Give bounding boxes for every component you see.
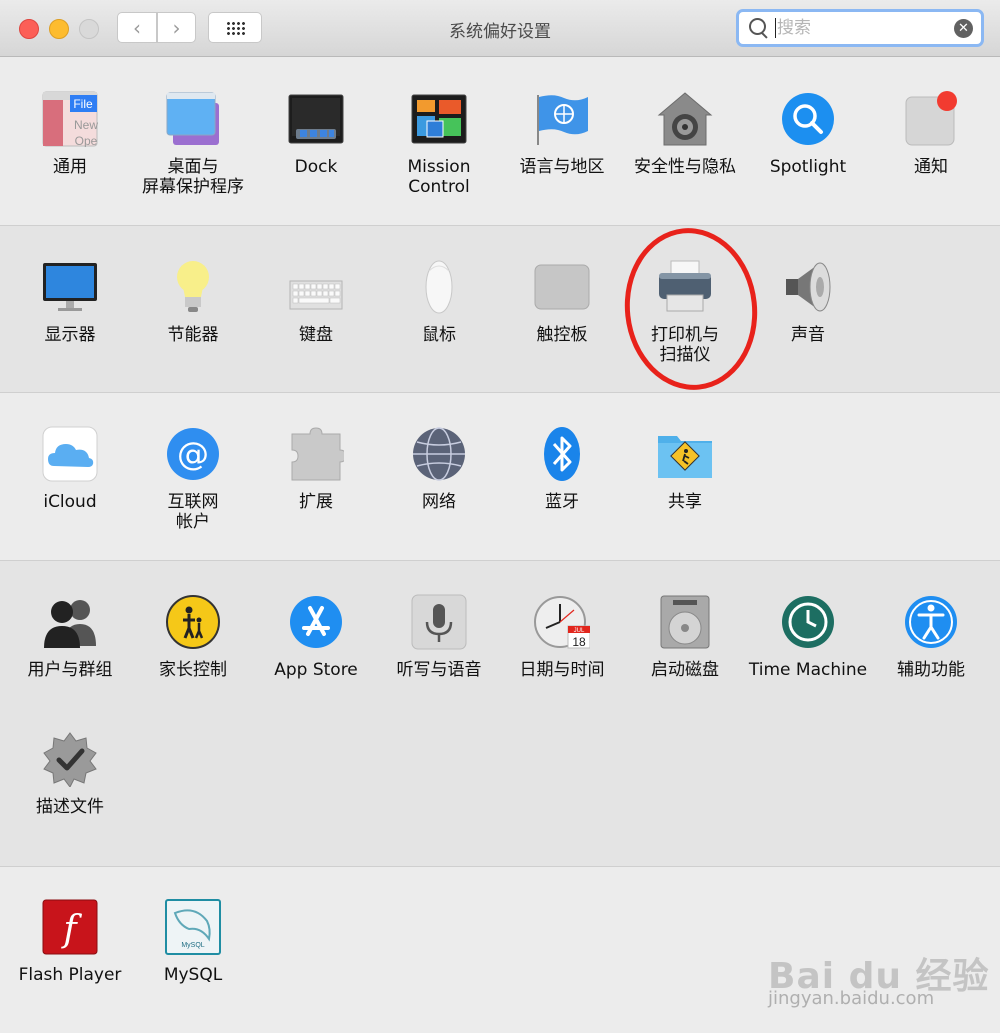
pref-label: Spotlight <box>769 157 847 177</box>
pref-label: 节能器 <box>167 325 219 345</box>
notifications-icon <box>905 91 957 146</box>
pref-label: 扩展 <box>299 492 333 512</box>
spotlight-icon <box>782 93 834 145</box>
pref-label: Flash Player <box>18 965 122 985</box>
pref-label: Dock <box>294 157 338 177</box>
search-field[interactable]: ✕ <box>736 9 984 47</box>
mission-control-icon <box>411 94 467 144</box>
pref-label: 听写与语音 <box>396 660 482 680</box>
pref-label: 通用 <box>53 157 87 177</box>
mouse-icon <box>425 260 453 314</box>
svg-text:Ope: Ope <box>75 134 98 147</box>
minimize-window-button[interactable] <box>49 19 69 39</box>
sound-icon <box>786 262 831 312</box>
section-personal <box>0 57 1000 226</box>
pref-label: 显示器 <box>44 325 96 345</box>
pref-label: 鼠标 <box>422 325 456 345</box>
show-all-button[interactable] <box>208 12 262 43</box>
app-store-icon <box>290 596 342 648</box>
language-region-icon <box>537 95 588 145</box>
title-bar: ‹ › 系统偏好设置 ✕ <box>0 0 1000 57</box>
dictation-speech-icon <box>411 594 467 650</box>
pref-label: MySQL <box>163 965 223 985</box>
pref-label: 启动磁盘 <box>651 660 719 680</box>
zoom-window-button[interactable] <box>79 19 99 39</box>
pref-label: 蓝牙 <box>545 492 579 512</box>
text-caret <box>775 18 776 38</box>
pref-label: 语言与地区 <box>519 157 605 177</box>
close-window-button[interactable] <box>19 19 39 39</box>
pref-label: 家长控制 <box>159 660 227 680</box>
pref-label: 通知 <box>914 157 948 177</box>
startup-disk-icon <box>660 595 710 649</box>
security-privacy-icon <box>657 92 713 146</box>
section-system <box>0 561 1000 867</box>
svg-text:File: File <box>73 97 93 111</box>
flash-player-icon: f <box>42 899 98 955</box>
pref-label: Time Machine <box>748 660 868 680</box>
profiles-icon <box>43 732 97 787</box>
svg-text:MySQL: MySQL <box>181 942 204 949</box>
icloud-icon <box>42 426 98 482</box>
trackpad-icon <box>534 264 590 310</box>
watermark-url: jingyan.baidu.com <box>768 988 935 1009</box>
clear-search-icon[interactable]: ✕ <box>954 19 973 38</box>
desktop-screensaver-icon <box>166 92 219 145</box>
energy-saver-icon <box>177 261 209 312</box>
parental-controls-icon <box>166 595 220 649</box>
sharing-icon <box>658 436 712 478</box>
chevron-left-icon: ‹ <box>133 16 141 40</box>
pref-label: 键盘 <box>299 325 333 345</box>
search-icon <box>749 18 766 35</box>
pref-label: 日期与时间 <box>519 660 605 680</box>
pref-label: Mission Control <box>407 157 471 197</box>
forward-button[interactable]: › <box>157 12 196 43</box>
chevron-right-icon: › <box>172 16 181 40</box>
pref-label: 网络 <box>422 492 456 512</box>
svg-text:JUL: JUL <box>574 628 585 634</box>
svg-text:@: @ <box>177 435 209 473</box>
section-hardware <box>0 226 1000 393</box>
internet-accounts-icon: @ <box>167 428 219 480</box>
pref-label: 声音 <box>791 325 825 345</box>
keyboard-icon <box>289 280 343 310</box>
pref-label: 描述文件 <box>36 797 104 817</box>
pref-label: 安全性与隐私 <box>634 157 736 177</box>
pref-label: 桌面与 屏幕保护程序 <box>142 157 244 197</box>
date-time-icon: JUL 18 <box>534 596 590 649</box>
accessibility-icon <box>905 596 957 648</box>
back-button[interactable]: ‹ <box>117 12 157 43</box>
pref-label: 触控板 <box>536 325 588 345</box>
search-input[interactable] <box>777 16 947 40</box>
svg-text:18: 18 <box>572 635 586 649</box>
pref-label: 用户与群组 <box>27 660 113 680</box>
users-groups-icon <box>44 600 96 648</box>
section-internet <box>0 393 1000 561</box>
bluetooth-icon <box>544 427 580 481</box>
grid-icon <box>226 21 246 35</box>
pref-label: App Store <box>274 660 358 680</box>
pref-label: 辅助功能 <box>897 660 965 680</box>
network-icon <box>413 427 465 481</box>
time-machine-icon <box>782 596 834 648</box>
system-preferences-window: ‹ › 系统偏好设置 ✕ File New Ope 通用 <box>0 0 1000 1033</box>
svg-text:New: New <box>74 118 98 132</box>
pref-label: 共享 <box>668 492 702 512</box>
general-icon: File New Ope <box>42 91 98 147</box>
pref-label: iCloud <box>43 492 97 512</box>
mysql-icon: MySQL <box>165 899 221 955</box>
extensions-icon <box>291 427 344 481</box>
displays-icon <box>43 263 97 311</box>
pref-label: 互联网 帐户 <box>167 492 219 532</box>
dock-icon <box>288 94 344 144</box>
